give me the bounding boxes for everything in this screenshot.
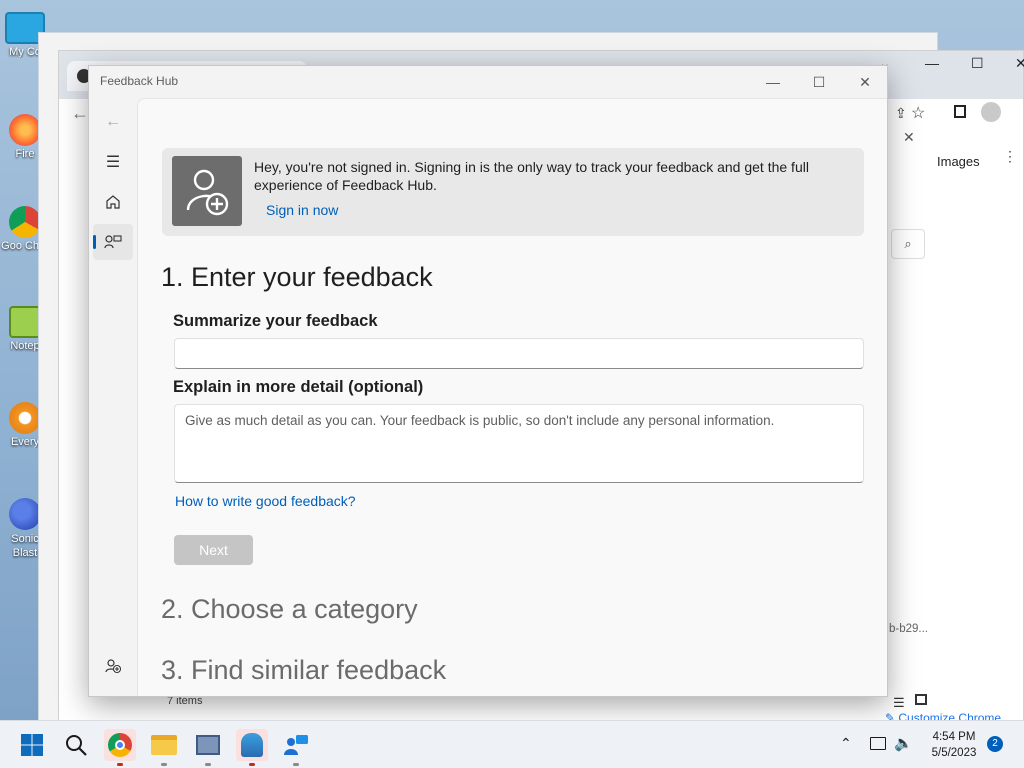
start-button[interactable]: [16, 729, 48, 761]
running-indicator: [205, 763, 211, 766]
apps-grid-icon[interactable]: ⋮⋮⋮: [1003, 149, 1024, 171]
close-icon[interactable]: ✕: [1015, 55, 1024, 72]
home-icon: [106, 195, 120, 209]
taskbar-app-people[interactable]: [236, 729, 268, 766]
everything-icon: [9, 402, 41, 434]
taskbar-file-explorer[interactable]: [148, 729, 180, 766]
feedback-icon: [104, 235, 122, 249]
maximize-icon[interactable]: ☐: [971, 55, 984, 72]
star-icon[interactable]: ☆: [911, 103, 925, 123]
feedback-hub-icon: [284, 735, 308, 755]
minimize-icon[interactable]: —: [925, 55, 939, 71]
add-user-icon: [172, 156, 242, 226]
people-icon: [241, 733, 263, 757]
selection-indicator: [93, 235, 96, 249]
sign-in-banner: Hey, you're not signed in. Signing in is…: [162, 148, 864, 236]
customize-chrome-link[interactable]: ✎ Customize Chrome: [885, 711, 1001, 720]
truncated-id-text: b-b29...: [889, 623, 928, 635]
window-title: Feedback Hub: [100, 74, 179, 88]
tile-view-icon[interactable]: [915, 694, 927, 705]
step2-heading: 2. Choose a category: [161, 594, 418, 624]
search-icon[interactable]: ⌕: [891, 229, 925, 259]
detail-placeholder: Give as much detail as you can. Your fee…: [185, 413, 775, 428]
taskbar-feedback-hub[interactable]: [280, 729, 312, 766]
minimize-button[interactable]: —: [750, 70, 796, 94]
network-icon[interactable]: [870, 737, 886, 750]
images-link[interactable]: Images: [937, 154, 980, 169]
nav-rail: ← ☰ ⚙: [89, 98, 137, 697]
profile-avatar-icon[interactable]: [981, 102, 1001, 122]
running-indicator: [293, 763, 299, 766]
banner-message: Hey, you're not signed in. Signing in is…: [254, 159, 809, 193]
notepad-icon: [9, 306, 41, 338]
add-account-icon: [105, 659, 122, 674]
computer-icon: [196, 735, 220, 755]
nav-settings[interactable]: ⚙: [93, 688, 133, 697]
sidepanel-icon[interactable]: [954, 105, 966, 118]
clock-date: 5/5/2023: [931, 747, 977, 759]
desktop: My Co Fire Goo Chro Notep Every Sonic Bl…: [0, 0, 1024, 720]
folder-icon: [151, 735, 177, 755]
step3-heading: 3. Find similar feedback: [161, 655, 447, 685]
volume-icon[interactable]: 🔈: [894, 734, 913, 752]
help-link[interactable]: How to write good feedback?: [175, 493, 356, 509]
gear-icon: ⚙: [106, 696, 120, 697]
detail-label: Explain in more detail (optional): [173, 378, 424, 396]
windows-icon: [21, 734, 43, 756]
clock-time: 4:54 PM: [932, 731, 976, 743]
menu-button[interactable]: ☰: [93, 144, 133, 180]
taskbar: ⌃ 🔈 4:54 PM 5/5/2023: [0, 720, 1024, 768]
taskbar-app-pc[interactable]: [192, 729, 224, 766]
search-button[interactable]: [60, 729, 92, 761]
detail-textarea[interactable]: Give as much detail as you can. Your fee…: [174, 404, 864, 483]
summary-input[interactable]: [174, 338, 864, 369]
summary-label: Summarize your feedback: [173, 312, 378, 330]
notification-badge[interactable]: 2: [987, 736, 1003, 752]
running-indicator: [249, 763, 255, 766]
close-button[interactable]: ✕: [842, 70, 887, 94]
sonic-icon: [9, 498, 41, 530]
firefox-icon: [9, 114, 41, 146]
dialog-close-icon[interactable]: ✕: [903, 129, 915, 146]
maximize-button[interactable]: ☐: [796, 70, 842, 94]
sign-in-link[interactable]: Sign in now: [266, 202, 338, 218]
clock[interactable]: 4:54 PM 5/5/2023: [922, 729, 986, 761]
feedback-hub-window: Feedback Hub — ☐ ✕ ← ☰ ⚙: [88, 65, 888, 697]
taskbar-chrome[interactable]: [104, 729, 136, 766]
nav-home[interactable]: [93, 184, 133, 220]
chrome-icon: [108, 733, 132, 757]
running-indicator: [117, 763, 123, 766]
chevron-up-icon[interactable]: ⌃: [840, 735, 852, 752]
hamburger-icon: ☰: [105, 154, 121, 171]
list-view-icon[interactable]: ☰: [893, 695, 905, 711]
chrome-icon: [9, 206, 41, 238]
running-indicator: [161, 763, 167, 766]
back-button[interactable]: ←: [93, 104, 133, 140]
step1-heading: 1. Enter your feedback: [161, 262, 433, 292]
nav-account[interactable]: [93, 648, 133, 684]
share-icon[interactable]: ⇪: [895, 105, 907, 122]
back-arrow-icon[interactable]: ←: [71, 103, 89, 124]
nav-feedback[interactable]: [93, 224, 133, 260]
search-icon: [66, 735, 87, 756]
customize-chrome-label: Customize Chrome: [898, 711, 1002, 720]
next-button[interactable]: Next: [174, 535, 253, 565]
back-arrow-icon: ←: [105, 113, 121, 130]
